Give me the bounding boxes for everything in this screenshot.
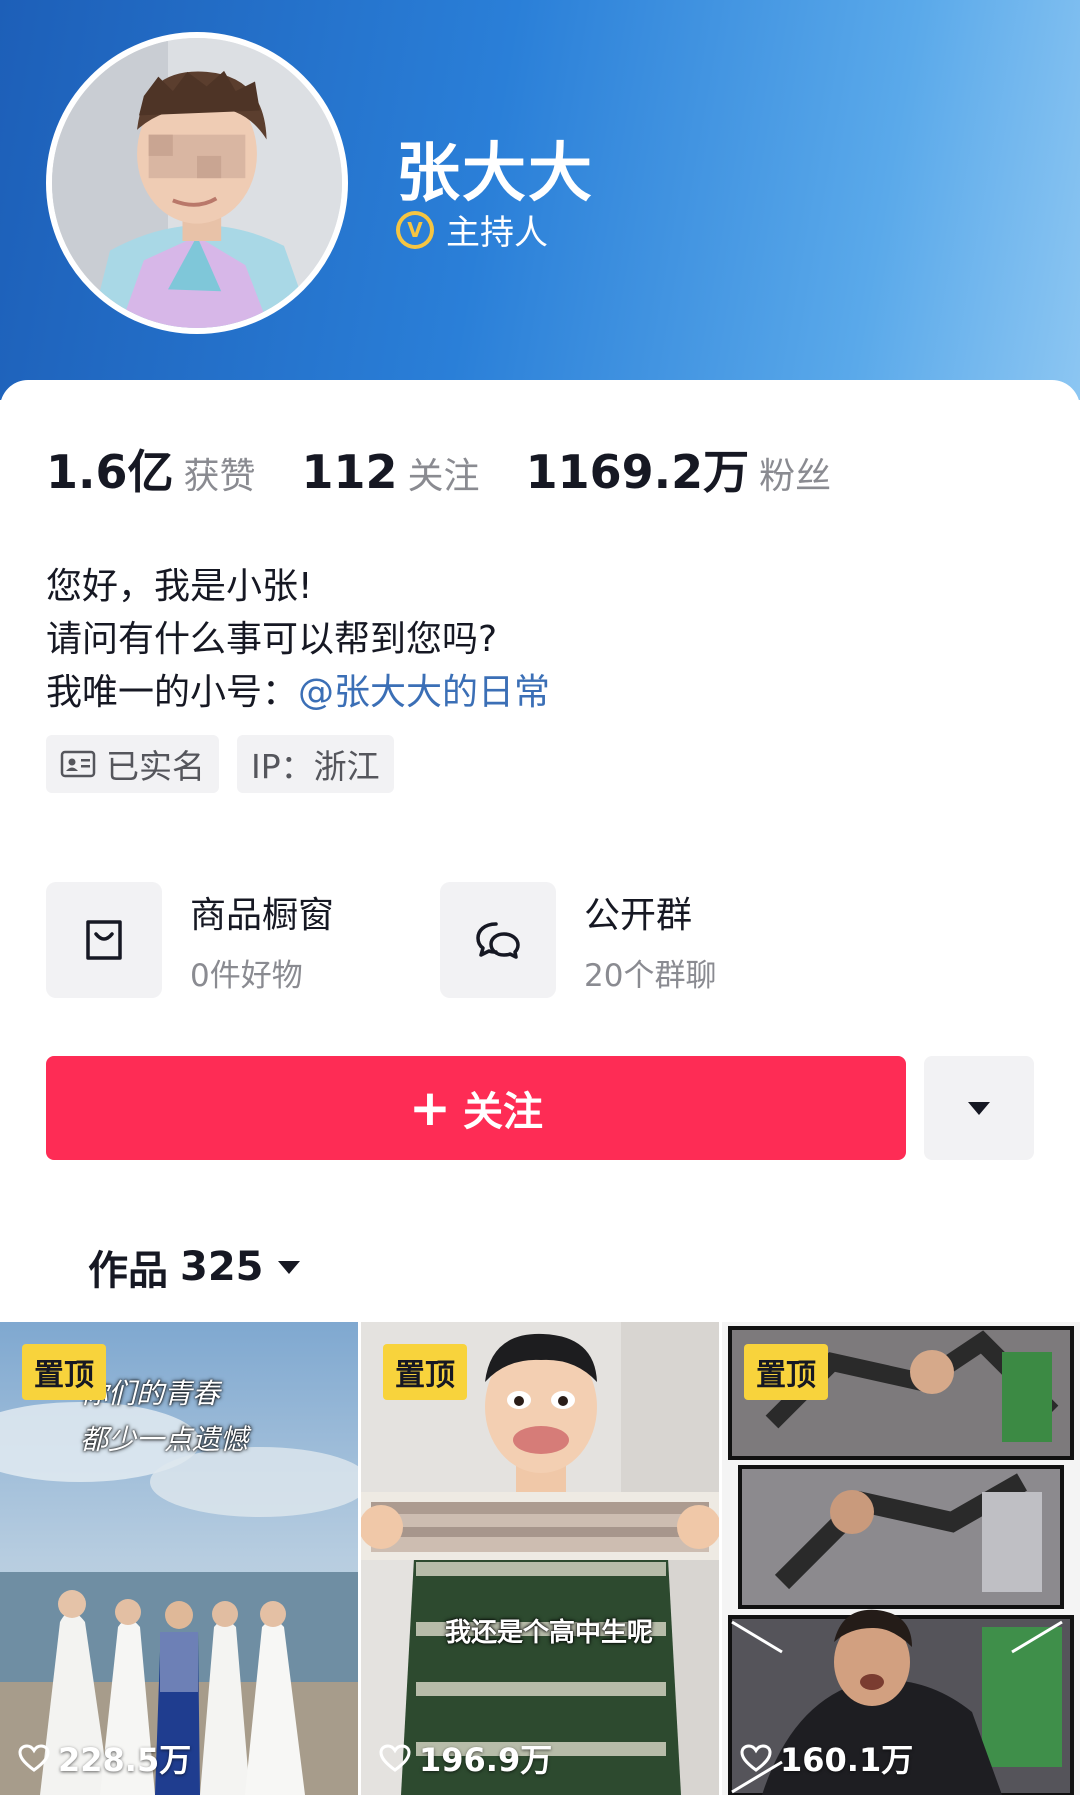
video-thumbnail[interactable]: 我还是个高中生呢 置顶 196.9万	[361, 1322, 719, 1795]
profile-name: 张大大	[396, 137, 594, 211]
follow-button[interactable]: + 关注	[46, 1056, 906, 1160]
public-group-count: 20个群聊	[584, 957, 717, 994]
video-likes: 160.1万	[740, 1735, 913, 1781]
works-label: 作品	[88, 1248, 168, 1294]
public-group-icon-box	[440, 882, 556, 998]
stat-followers[interactable]: 1169.2万 粉丝	[526, 436, 832, 502]
stat-followers-value: 1169.2万	[525, 445, 750, 499]
stat-following-value: 112	[301, 445, 398, 499]
works-tab[interactable]: 作品 325	[88, 1238, 302, 1296]
shop-window-icon-box	[46, 882, 162, 998]
follow-button-label: 关注	[462, 1089, 543, 1135]
ip-location-label: IP：浙江	[251, 747, 380, 786]
shop-window-entry[interactable]: 商品橱窗 0件好物	[46, 882, 334, 998]
caret-down-icon	[968, 1102, 990, 1115]
pinned-badge: 置顶	[383, 1344, 467, 1400]
video-caption: 都少一点遗憾	[80, 1423, 249, 1456]
stat-likes-label: 获赞	[183, 456, 256, 497]
more-options-button[interactable]	[924, 1056, 1034, 1160]
video-likes-count: 228.5万	[58, 1741, 192, 1779]
video-grid: 你们的青春 都少一点遗憾 置顶 228.5万 我还是个高中生呢 置顶 196.9…	[0, 1322, 1080, 1795]
verification-row: V 主持人	[396, 205, 548, 254]
stat-likes[interactable]: 1.6亿 获赞	[46, 436, 256, 502]
video-likes-count: 160.1万	[780, 1741, 914, 1779]
works-count: 325	[180, 1244, 264, 1290]
video-likes: 196.9万	[379, 1735, 552, 1781]
ip-location-tag: IP：浙江	[237, 735, 394, 793]
profile-header-banner: 张大大 V 主持人	[0, 0, 1080, 400]
heart-icon	[740, 1744, 772, 1772]
bio-line: 我唯一的小号：@张大大的日常	[46, 666, 550, 719]
video-caption: 我还是个高中生呢	[445, 1618, 654, 1648]
caret-down-icon	[277, 1261, 300, 1274]
stat-following-label: 关注	[407, 456, 480, 497]
realname-tag[interactable]: 已实名	[46, 735, 219, 793]
bio-line: 请问有什么事可以帮到您吗?	[46, 619, 498, 660]
video-likes-count: 196.9万	[419, 1741, 553, 1779]
public-group-entry[interactable]: 公开群 20个群聊	[440, 882, 716, 998]
verified-badge-letter: V	[400, 214, 430, 245]
stat-likes-value: 1.6亿	[46, 445, 174, 499]
video-thumbnail[interactable]: 你们的青春 都少一点遗憾 置顶 228.5万	[0, 1322, 358, 1795]
plus-icon: +	[409, 1079, 451, 1137]
bio: 您好，我是小张! 请问有什么事可以帮到您吗? 我唯一的小号：@张大大的日常	[46, 560, 550, 719]
secondary-account-link[interactable]: @张大大的日常	[298, 672, 550, 713]
heart-icon	[18, 1744, 50, 1772]
tags-row: 已实名 IP：浙江	[46, 735, 394, 793]
public-group-title: 公开群	[584, 894, 693, 936]
pinned-badge: 置顶	[744, 1344, 828, 1400]
realname-tag-label: 已实名	[106, 747, 205, 786]
bio-line: 您好，我是小张!	[46, 566, 313, 607]
pinned-badge: 置顶	[22, 1344, 106, 1400]
avatar[interactable]	[46, 32, 348, 334]
bio-line-prefix: 我唯一的小号：	[46, 672, 299, 713]
stat-followers-label: 粉丝	[759, 456, 832, 497]
verified-badge-icon: V	[396, 210, 434, 249]
shop-window-title: 商品橱窗	[190, 894, 335, 936]
shopping-bag-icon	[86, 920, 122, 960]
stats-row: 1.6亿 获赞 112 关注 1169.2万 粉丝	[46, 436, 877, 502]
video-likes: 228.5万	[18, 1735, 191, 1781]
verification-label: 主持人	[446, 213, 548, 253]
avatar-image	[52, 38, 342, 328]
video-thumbnail[interactable]: 置顶 160.1万	[722, 1322, 1080, 1795]
stat-following[interactable]: 112 关注	[302, 445, 480, 499]
shop-window-count: 0件好物	[190, 957, 303, 994]
id-card-icon	[60, 750, 96, 778]
heart-icon	[379, 1744, 411, 1772]
chat-bubbles-icon	[476, 922, 520, 959]
